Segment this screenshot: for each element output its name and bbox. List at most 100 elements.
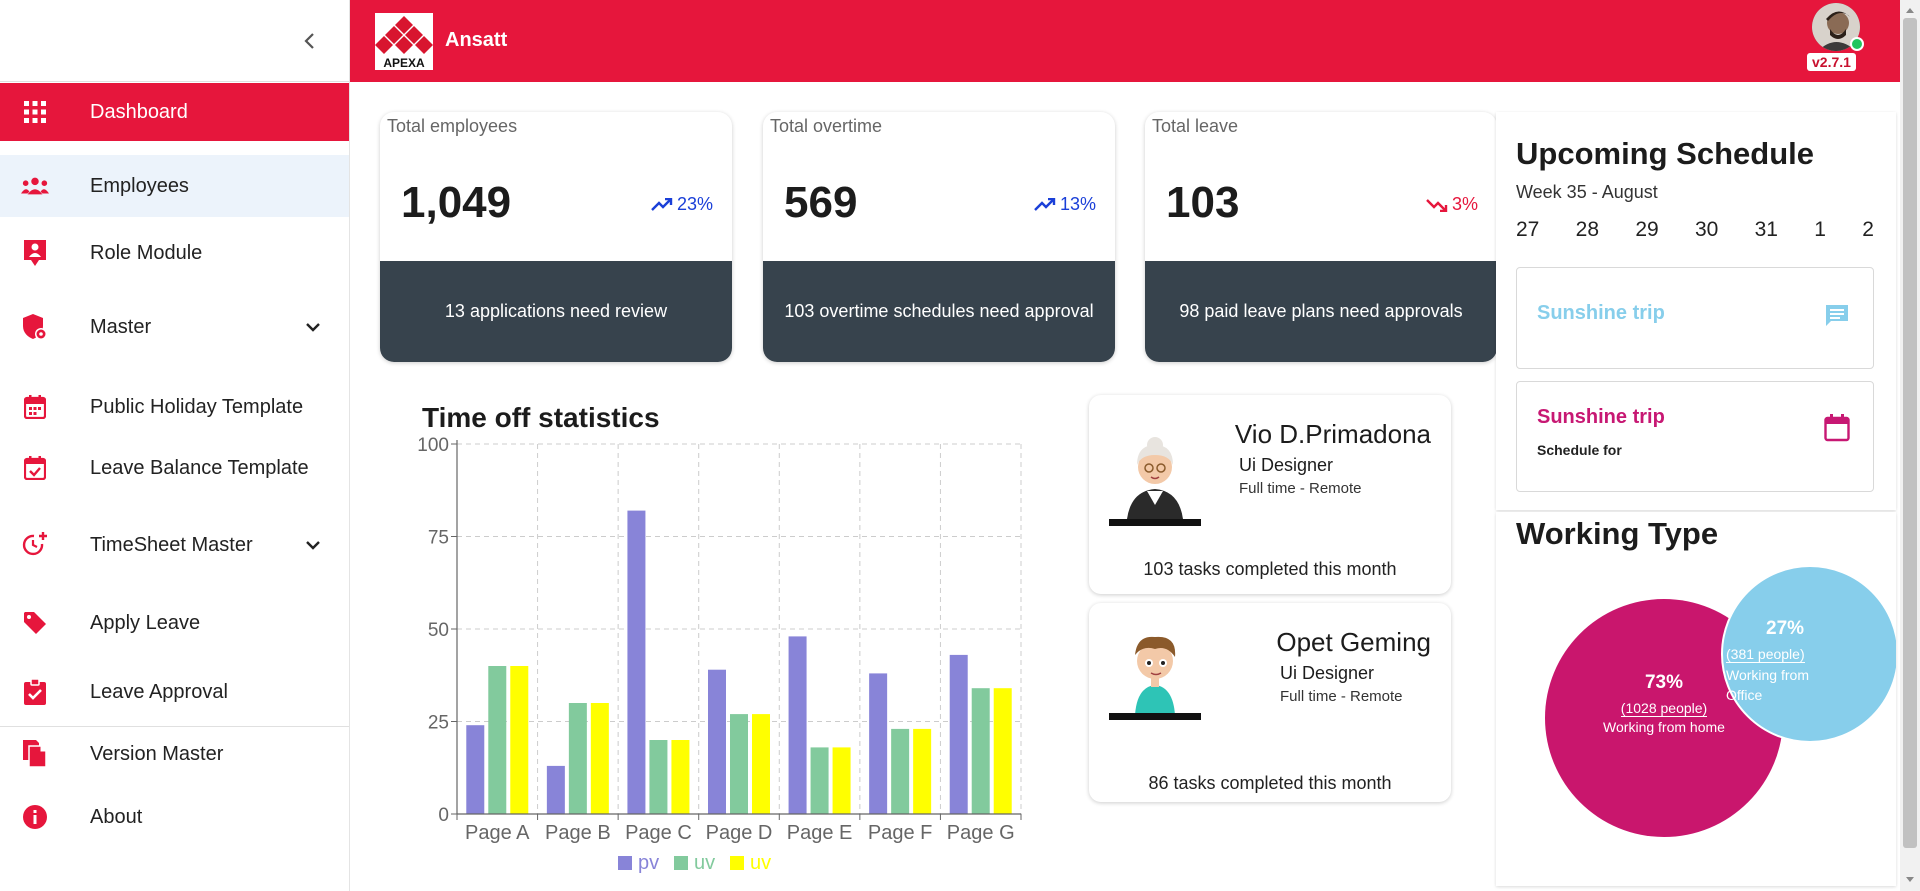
scrollbar-thumb[interactable] bbox=[1903, 18, 1917, 848]
chart-bar[interactable] bbox=[810, 747, 829, 814]
bubble-label: Working from Office bbox=[1726, 667, 1809, 703]
legend-label: uv bbox=[694, 852, 715, 874]
employee-tasks: 103 tasks completed this month bbox=[1143, 559, 1397, 579]
stat-footer[interactable]: 98 paid leave plans need approvals bbox=[1145, 261, 1497, 362]
schedule-event-card[interactable]: Sunshine trip bbox=[1516, 267, 1874, 369]
y-tick-label: 100 bbox=[417, 435, 449, 456]
legend-swatch bbox=[730, 856, 744, 870]
x-tick-label: Page G bbox=[947, 822, 1015, 844]
stat-trend: 23% bbox=[651, 194, 713, 215]
chart-bar[interactable] bbox=[649, 740, 668, 814]
stat-title: Total employees bbox=[387, 116, 518, 136]
grid-icon bbox=[21, 98, 49, 126]
x-tick-label: Page E bbox=[787, 822, 853, 844]
sidebar-item-version-master[interactable]: Version Master bbox=[0, 725, 349, 783]
chart-bar[interactable] bbox=[590, 703, 609, 814]
trending-up-icon bbox=[1034, 197, 1056, 211]
x-tick-label: Page C bbox=[625, 822, 692, 844]
chart-bar[interactable] bbox=[730, 714, 748, 814]
sidebar-item-leave-approval[interactable]: Leave Approval bbox=[0, 663, 349, 721]
chat-icon bbox=[1821, 300, 1853, 332]
employee-card[interactable]: Vio D.Primadona Ui Designer Full time - … bbox=[1089, 395, 1451, 594]
schedule-day[interactable]: 30 bbox=[1695, 218, 1718, 242]
chart-bar[interactable] bbox=[488, 666, 507, 814]
employee-work-type: Full time - Remote bbox=[1280, 688, 1403, 705]
chevron-left-icon bbox=[304, 33, 314, 49]
chart-bar[interactable] bbox=[510, 666, 529, 814]
sidebar-header bbox=[0, 0, 349, 82]
x-tick-label: Page B bbox=[545, 822, 611, 844]
schedule-day[interactable]: 28 bbox=[1576, 218, 1599, 242]
stat-title: Total leave bbox=[1152, 116, 1239, 136]
employee-card[interactable]: Opet Geming Ui Designer Full time - Remo… bbox=[1089, 603, 1451, 802]
stat-value: 103 bbox=[1166, 178, 1240, 227]
bubble-percent: 27% bbox=[1766, 618, 1805, 639]
info-icon bbox=[21, 803, 49, 831]
working-type-panel: Working Type 73% (1028 people) Working f… bbox=[1496, 512, 1896, 886]
sidebar-item-employees[interactable]: Employees bbox=[0, 155, 349, 217]
sidebar-item-label: Leave Balance Template bbox=[90, 456, 309, 479]
calendar-icon bbox=[21, 393, 49, 421]
shield-gear-icon bbox=[21, 313, 49, 341]
sidebar-item-apply-leave[interactable]: Apply Leave bbox=[0, 594, 349, 652]
chart-bar[interactable] bbox=[708, 669, 726, 814]
schedule-event-card[interactable]: Sunshine trip Schedule for bbox=[1516, 381, 1874, 492]
old-lady-avatar bbox=[1107, 433, 1203, 529]
stat-trend-value: 13% bbox=[1059, 194, 1096, 214]
apexa-logo[interactable]: APEXA bbox=[375, 13, 433, 70]
sidebar-item-timesheet-master[interactable]: TimeSheet Master bbox=[0, 516, 349, 574]
bubble-label: Working from home bbox=[1603, 719, 1725, 735]
sidebar-item-master[interactable]: Master bbox=[0, 298, 349, 356]
chart-bar[interactable] bbox=[832, 747, 851, 814]
chart-bar[interactable] bbox=[466, 725, 485, 814]
chevron-down-icon bbox=[303, 317, 323, 337]
schedule-day[interactable]: 2 bbox=[1862, 218, 1874, 242]
top-header: APEXA Ansatt v2.7.1 bbox=[350, 0, 1900, 82]
chevron-down-icon bbox=[303, 535, 323, 555]
sidebar-item-role-module[interactable]: Role Module bbox=[0, 224, 349, 282]
stat-value: 1,049 bbox=[401, 178, 512, 227]
chart-bar[interactable] bbox=[788, 636, 807, 814]
sidebar-item-label: Leave Approval bbox=[90, 680, 228, 703]
schedule-day[interactable]: 29 bbox=[1635, 218, 1658, 242]
event-subtitle: Schedule for bbox=[1537, 442, 1622, 458]
scroll-up-arrow[interactable] bbox=[1903, 3, 1917, 15]
chart-bar[interactable] bbox=[971, 688, 990, 814]
employee-work-type: Full time - Remote bbox=[1239, 480, 1362, 497]
chart-bar[interactable] bbox=[546, 765, 565, 814]
sidebar-item-label: TimeSheet Master bbox=[90, 533, 253, 556]
chart-bar[interactable] bbox=[913, 728, 932, 814]
schedule-day[interactable]: 1 bbox=[1814, 218, 1826, 242]
employee-name: Vio D.Primadona bbox=[1234, 419, 1431, 449]
chart-bar[interactable] bbox=[949, 654, 968, 814]
chart-bar[interactable] bbox=[891, 728, 910, 814]
chart-bar[interactable] bbox=[993, 688, 1012, 814]
chart-bar[interactable] bbox=[627, 510, 646, 814]
scroll-down-arrow[interactable] bbox=[1903, 873, 1917, 885]
schedule-day[interactable]: 31 bbox=[1755, 218, 1778, 242]
documents-icon bbox=[21, 740, 49, 768]
chart-bar[interactable] bbox=[752, 714, 770, 814]
stat-card-total-employees: Total employees 1,049 23% 13 application… bbox=[380, 112, 732, 362]
sidebar-item-public-holiday-template[interactable]: Public Holiday Template bbox=[0, 378, 349, 436]
sidebar-item-label: About bbox=[90, 805, 143, 828]
chart-bar[interactable] bbox=[568, 703, 587, 814]
person-badge-icon bbox=[21, 239, 49, 267]
version-badge: v2.7.1 bbox=[1807, 53, 1856, 71]
sidebar-item-about[interactable]: About bbox=[0, 788, 349, 846]
stat-footer[interactable]: 103 overtime schedules need approval bbox=[763, 261, 1115, 362]
collapse-sidebar-button[interactable] bbox=[297, 28, 323, 54]
stat-footer[interactable]: 13 applications need review bbox=[380, 261, 732, 362]
schedule-day[interactable]: 27 bbox=[1516, 218, 1539, 242]
calendar-icon bbox=[1821, 412, 1853, 444]
legend-swatch bbox=[618, 856, 632, 870]
sidebar-item-dashboard[interactable]: Dashboard bbox=[0, 83, 349, 141]
calendar-check-icon bbox=[21, 454, 49, 482]
schedule-week: Week 35 - August bbox=[1516, 182, 1658, 202]
sidebar-item-label: Version Master bbox=[90, 742, 224, 765]
brand-name: Ansatt bbox=[445, 29, 508, 51]
trending-up-icon bbox=[651, 197, 673, 211]
chart-bar[interactable] bbox=[671, 740, 690, 814]
chart-bar[interactable] bbox=[869, 673, 888, 814]
sidebar-item-leave-balance-template[interactable]: Leave Balance Template bbox=[0, 439, 349, 497]
